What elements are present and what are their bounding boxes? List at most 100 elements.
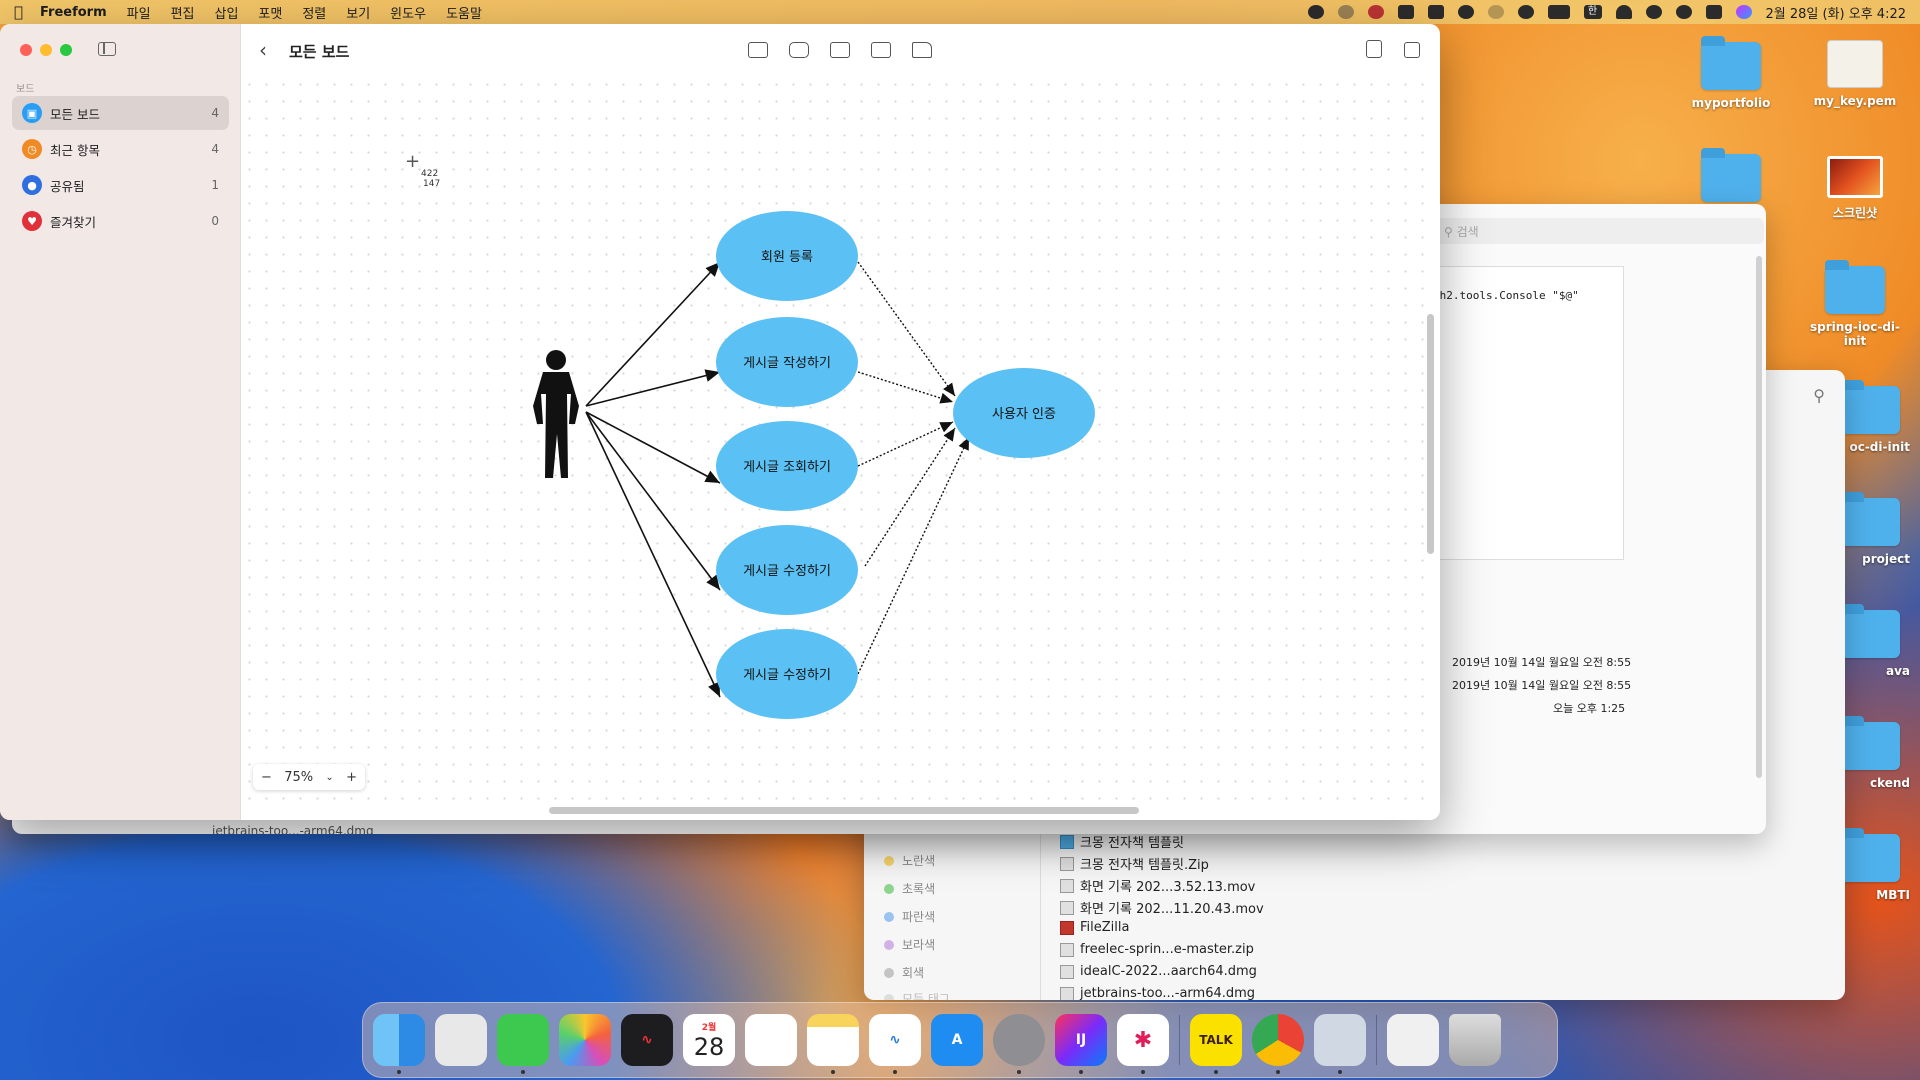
photos-icon[interactable] bbox=[559, 1014, 611, 1066]
file-item[interactable]: freelec-sprin...e-master.zip bbox=[1060, 942, 1254, 957]
notification-badge-icon[interactable] bbox=[1367, 5, 1384, 19]
zoom-button[interactable] bbox=[60, 44, 72, 56]
tag-blue[interactable]: 파란색 bbox=[884, 908, 935, 925]
menu-app-name[interactable]: Freeform bbox=[40, 5, 107, 20]
sidebar-toggle-icon[interactable] bbox=[98, 42, 116, 56]
zoom-level[interactable]: 75% bbox=[284, 770, 313, 785]
finder-icon[interactable] bbox=[373, 1014, 425, 1074]
wifi-icon[interactable] bbox=[1615, 5, 1632, 19]
moon-icon[interactable] bbox=[1337, 5, 1354, 19]
battery-icon[interactable] bbox=[1547, 5, 1570, 19]
share-icon[interactable] bbox=[1366, 40, 1382, 58]
sidebar-item-all-boards[interactable]: ▣ 모든 보드 4 bbox=[12, 96, 229, 130]
freeform-icon[interactable]: ∿ bbox=[869, 1014, 921, 1074]
slack-icon[interactable]: ✱ bbox=[1117, 1014, 1169, 1074]
board-canvas[interactable]: + 422 147 회원 등록 게시글 작성하기 게시글 조회하기 게시글 수정… bbox=[241, 76, 1427, 804]
file-item[interactable]: idealC-2022...aarch64.dmg bbox=[1060, 964, 1257, 979]
kakaotalk-icon[interactable]: TALK bbox=[1190, 1014, 1242, 1074]
shapes-icon[interactable] bbox=[789, 42, 809, 58]
zoom-in-button[interactable]: + bbox=[346, 770, 357, 785]
settings-icon[interactable] bbox=[993, 1014, 1045, 1074]
windows-icon[interactable] bbox=[1427, 5, 1444, 19]
folder-icon bbox=[1825, 260, 1885, 314]
search-field[interactable]: ⚲ 검색 bbox=[1436, 218, 1764, 244]
status-app-icon[interactable] bbox=[1307, 5, 1324, 19]
tag-gray[interactable]: 회색 bbox=[884, 964, 924, 981]
app-store-icon[interactable]: A bbox=[931, 1014, 983, 1066]
chrome-icon[interactable] bbox=[1252, 1014, 1304, 1074]
menu-arrange[interactable]: 정렬 bbox=[302, 3, 326, 22]
include-arrow bbox=[857, 371, 954, 404]
tag-yellow[interactable]: 노란색 bbox=[884, 852, 935, 869]
intellij-icon[interactable]: IJ bbox=[1055, 1014, 1107, 1074]
calendar-icon[interactable]: 2월 28 bbox=[683, 1014, 735, 1066]
running-indicator bbox=[1017, 1070, 1021, 1074]
include-arrow bbox=[857, 261, 956, 397]
sidebar-item-shared[interactable]: ● 공유됨 1 bbox=[12, 168, 229, 202]
trash-icon[interactable] bbox=[1449, 1014, 1501, 1066]
vertical-scrollbar[interactable] bbox=[1427, 314, 1434, 554]
file-item[interactable]: jetbrains-too...-arm64.dmg bbox=[1060, 986, 1255, 1000]
airbuds-icon[interactable] bbox=[1397, 5, 1414, 19]
voice-memos-icon[interactable]: ∿ bbox=[621, 1014, 673, 1066]
file-item[interactable]: 화면 기록 202...3.52.13.mov bbox=[1060, 876, 1255, 895]
folder-attach-icon[interactable] bbox=[912, 42, 932, 58]
menu-edit[interactable]: 편집 bbox=[171, 3, 195, 22]
menu-insert[interactable]: 삽입 bbox=[214, 3, 238, 22]
menu-window[interactable]: 윈도우 bbox=[390, 3, 426, 22]
siri-icon[interactable] bbox=[1735, 5, 1752, 19]
eye-icon[interactable] bbox=[1457, 5, 1474, 19]
file-item[interactable]: 크몽 전자책 템플릿.Zip bbox=[1060, 854, 1209, 873]
file-item[interactable]: 화면 기록 202...11.20.43.mov bbox=[1060, 898, 1264, 917]
file-item[interactable]: FileZilla bbox=[1060, 920, 1129, 935]
desktop-file-my-key[interactable]: my_key.pem bbox=[1800, 40, 1910, 108]
compose-icon[interactable] bbox=[1404, 42, 1420, 58]
search-icon[interactable] bbox=[1675, 5, 1692, 19]
desktop-folder-myportfolio[interactable]: myportfolio bbox=[1676, 36, 1786, 110]
zoom-out-button[interactable]: − bbox=[261, 770, 272, 785]
reminders-icon[interactable] bbox=[745, 1014, 797, 1066]
close-button[interactable] bbox=[20, 44, 32, 56]
menubar-clock[interactable]: 2월 28일 (화) 오후 4:22 bbox=[1766, 3, 1906, 22]
freeform-window[interactable]: 보드 ▣ 모든 보드 4 ◷ 최근 항목 4 ● 공유됨 1 ♥ 즐겨찾기 0 … bbox=[0, 24, 1440, 820]
scrollbar[interactable] bbox=[1756, 256, 1762, 778]
back-chevron-icon[interactable]: ‹ bbox=[259, 38, 267, 62]
zoom-control[interactable]: − 75% ⌄ + bbox=[253, 764, 365, 790]
minimize-button[interactable] bbox=[40, 44, 52, 56]
sidebar-item-recents[interactable]: ◷ 최근 항목 4 bbox=[12, 132, 229, 166]
input-source-icon[interactable]: 한 bbox=[1583, 5, 1602, 19]
menu-help[interactable]: 도움말 bbox=[446, 3, 482, 22]
launchpad-icon[interactable] bbox=[435, 1014, 487, 1066]
sidebar-item-favorites[interactable]: ♥ 즐겨찾기 0 bbox=[12, 204, 229, 238]
tag-purple[interactable]: 보라색 bbox=[884, 936, 935, 953]
moon-dim-icon[interactable] bbox=[1487, 5, 1504, 19]
desktop-folder-2[interactable] bbox=[1676, 148, 1786, 208]
menu-view[interactable]: 보기 bbox=[346, 3, 370, 22]
menu-format[interactable]: 포맷 bbox=[258, 3, 282, 22]
desktop-file-screenshot[interactable]: 스크린샷 bbox=[1800, 156, 1910, 221]
user-icon[interactable] bbox=[1645, 5, 1662, 19]
preview-icon[interactable] bbox=[1314, 1014, 1366, 1074]
search-icon[interactable]: ⚲ bbox=[1813, 386, 1825, 405]
folder-icon bbox=[1840, 380, 1900, 434]
control-center-icon[interactable] bbox=[1705, 5, 1722, 19]
association-arrow bbox=[585, 261, 721, 407]
menu-file[interactable]: 파일 bbox=[127, 3, 151, 22]
media-icon[interactable] bbox=[871, 42, 891, 58]
chevron-down-icon[interactable]: ⌄ bbox=[325, 772, 333, 783]
text-box-icon[interactable] bbox=[830, 42, 850, 58]
file-item[interactable]: 크몽 전자책 템플릿 bbox=[1060, 832, 1184, 851]
messages-icon[interactable] bbox=[497, 1014, 549, 1074]
screenshot-folder-icon[interactable] bbox=[1387, 1014, 1439, 1066]
play-icon[interactable] bbox=[1517, 5, 1534, 19]
tag-green[interactable]: 초록색 bbox=[884, 880, 935, 897]
folder-icon bbox=[1840, 604, 1900, 658]
window-controls bbox=[20, 44, 72, 56]
tag-all[interactable]: 모든 태그... bbox=[884, 990, 961, 1000]
notes-icon[interactable] bbox=[807, 1014, 859, 1074]
sticky-note-icon[interactable] bbox=[748, 42, 768, 58]
apple-menu-icon[interactable]:  bbox=[14, 3, 40, 21]
actor-figure-icon[interactable] bbox=[533, 350, 579, 478]
desktop-folder-spring-ioc[interactable]: spring-ioc-di-init bbox=[1800, 260, 1910, 348]
horizontal-scrollbar[interactable] bbox=[549, 807, 1139, 814]
